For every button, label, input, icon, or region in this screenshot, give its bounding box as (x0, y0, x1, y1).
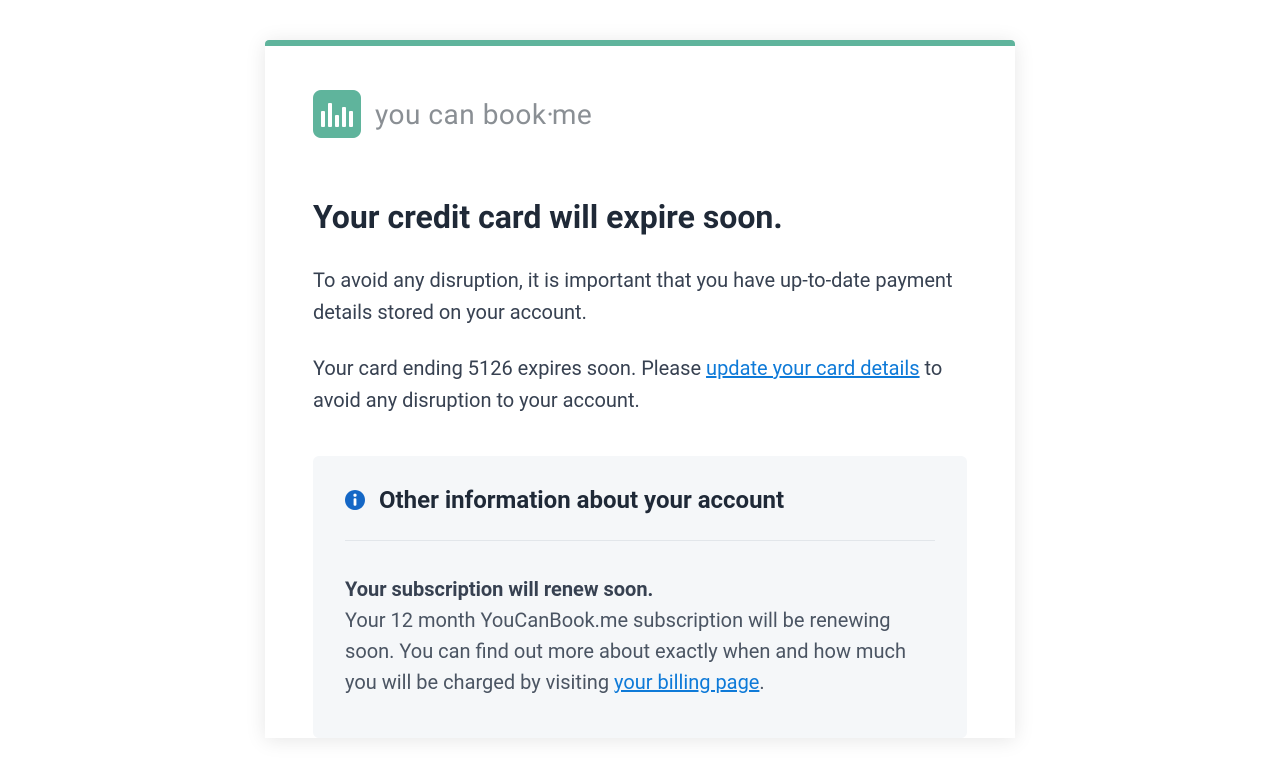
intro-paragraph: To avoid any disruption, it is important… (313, 264, 967, 328)
subscription-body: Your 12 month YouCanBook.me subscription… (345, 605, 935, 698)
brand-name: you can book·me (375, 98, 592, 131)
bars-icon (321, 101, 353, 127)
subscription-heading: Your subscription will renew soon. (345, 577, 935, 601)
brand-logo: you can book·me (313, 90, 967, 138)
email-container: you can book·me Your credit card will ex… (265, 40, 1015, 738)
info-title: Other information about your account (379, 486, 784, 514)
update-card-link[interactable]: update your card details (706, 356, 920, 380)
info-header: Other information about your account (345, 486, 935, 541)
billing-page-link[interactable]: your billing page (614, 670, 759, 694)
account-info-card: Other information about your account You… (313, 456, 967, 738)
info-icon (345, 490, 365, 510)
email-content: you can book·me Your credit card will ex… (265, 46, 1015, 738)
card-expiry-paragraph: Your card ending 5126 expires soon. Plea… (313, 352, 967, 416)
subscription-renewal-section: Your subscription will renew soon. Your … (345, 577, 935, 698)
headline: Your credit card will expire soon. (313, 198, 967, 236)
subscription-text-post: . (759, 670, 764, 694)
brand-logo-icon (313, 90, 361, 138)
card-expiry-text-pre: Your card ending 5126 expires soon. Plea… (313, 356, 706, 380)
